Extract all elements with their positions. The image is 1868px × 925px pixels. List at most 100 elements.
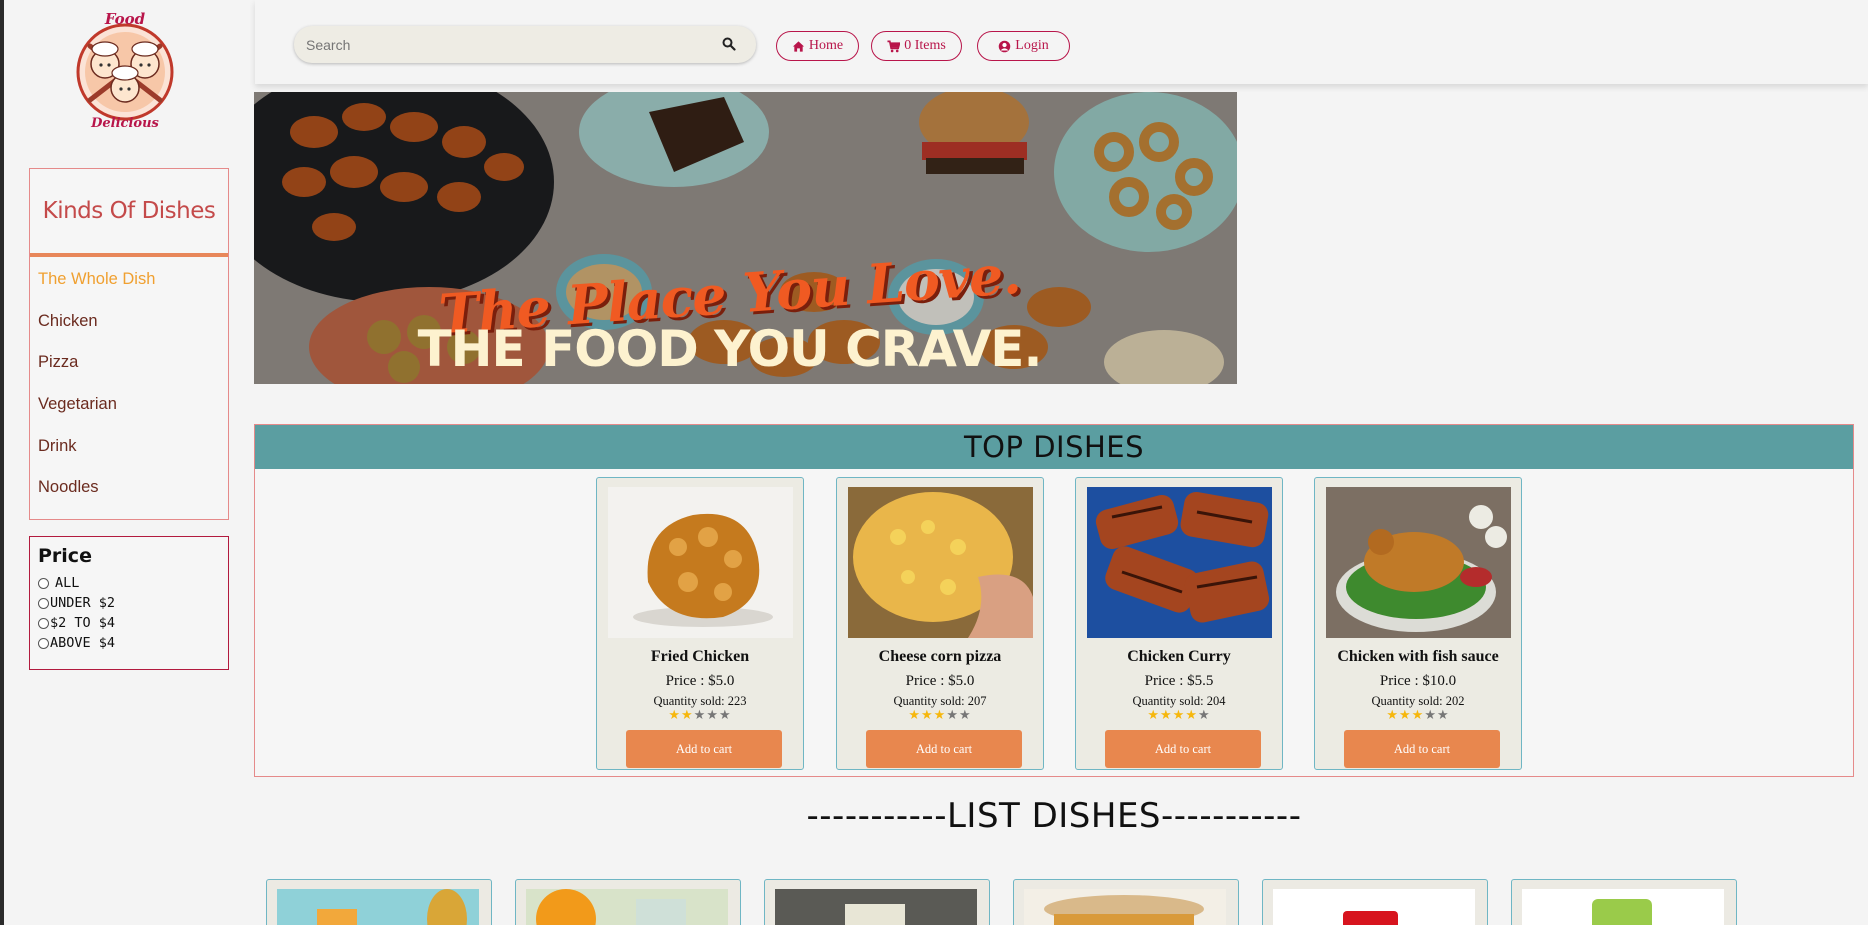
star-filled-icon: ★ — [1160, 708, 1173, 723]
dish-image[interactable] — [608, 487, 793, 638]
categories-title: Kinds Of Dishes — [30, 169, 228, 257]
dish-image[interactable] — [277, 889, 479, 925]
dish-price: Price : $5.0 — [905, 673, 975, 689]
price-option-all[interactable]: ALL — [38, 573, 220, 593]
dish-image[interactable] — [526, 889, 728, 925]
dish-quantity-sold: Quantity sold: 202 — [1371, 694, 1465, 708]
add-to-cart-button[interactable]: Add to cart — [1344, 730, 1500, 768]
dish-rating: ★★★★★ — [1315, 708, 1521, 723]
add-to-cart-button[interactable]: Add to cart — [1105, 730, 1261, 768]
price-option-2-to-4[interactable]: $2 TO $4 — [38, 613, 220, 633]
top-dishes-title: TOP DISHES — [255, 425, 1853, 469]
star-filled-icon: ★ — [1411, 708, 1425, 723]
search-icon[interactable] — [722, 37, 738, 53]
star-empty-icon: ★ — [718, 708, 732, 723]
list-dishes-title: -----------LIST DISHES----------- — [806, 796, 1302, 836]
dish-quantity-sold: Quantity sold: 204 — [1132, 694, 1226, 708]
price-option-under-2[interactable]: UNDER $2 — [38, 593, 220, 613]
dish-image[interactable] — [775, 889, 977, 925]
hero-banner: The Place You Love. THE FOOD YOU CRAVE. — [254, 92, 1237, 384]
home-icon — [792, 40, 804, 52]
add-to-cart-button[interactable]: Add to cart — [866, 730, 1022, 768]
star-filled-icon: ★ — [681, 708, 694, 723]
login-label: Login — [1015, 38, 1049, 53]
star-filled-icon: ★ — [1185, 708, 1198, 723]
star-filled-icon: ★ — [1399, 708, 1412, 723]
home-button[interactable]: Home — [776, 31, 859, 61]
login-button[interactable]: Login — [977, 31, 1070, 61]
price-option-label: $2 TO $4 — [50, 615, 116, 631]
price-option-label: ALL — [55, 575, 80, 591]
star-filled-icon: ★ — [1147, 708, 1161, 723]
star-filled-icon: ★ — [908, 708, 922, 723]
dish-image[interactable] — [1522, 889, 1724, 925]
svg-text:Delicious: Delicious — [90, 116, 159, 130]
list-dish-card — [764, 879, 990, 925]
search-bar — [294, 26, 756, 63]
price-option-above-4[interactable]: ABOVE $4 — [38, 633, 220, 653]
list-dish-card — [266, 879, 492, 925]
top-dishes-section: TOP DISHES Fried Chicken Price : $5.0 Qu… — [254, 424, 1854, 777]
dish-card: Fried Chicken Price : $5.0 Quantity sold… — [596, 477, 804, 770]
category-vegetarian[interactable]: Vegetarian — [30, 384, 228, 426]
dish-image[interactable] — [1273, 889, 1475, 925]
dish-card: Cheese corn pizza Price : $5.0 Quantity … — [836, 477, 1044, 770]
star-filled-icon: ★ — [1172, 708, 1186, 723]
svg-text:Food: Food — [104, 10, 146, 28]
dish-price: Price : $5.5 — [1144, 673, 1214, 689]
dish-name: Fried Chicken — [650, 648, 750, 665]
dish-price: Price : $5.0 — [665, 673, 735, 689]
dish-rating: ★★★★★ — [1076, 708, 1282, 723]
category-drink[interactable]: Drink — [30, 425, 228, 467]
radio-button[interactable] — [38, 617, 49, 629]
list-dish-card — [1262, 879, 1488, 925]
dish-quantity-sold: Quantity sold: 207 — [893, 694, 987, 708]
radio-button[interactable] — [38, 597, 49, 609]
star-filled-icon: ★ — [921, 708, 934, 723]
dish-image[interactable] — [1326, 487, 1511, 638]
star-empty-icon: ★ — [946, 708, 959, 723]
price-filter-title: Price — [38, 545, 92, 567]
dish-name: Cheese corn pizza — [878, 648, 1002, 665]
category-pizza[interactable]: Pizza — [30, 342, 228, 384]
category-whole-dish[interactable]: The Whole Dish — [30, 259, 228, 301]
dish-name: Chicken with fish sauce — [1337, 648, 1499, 665]
cart-button[interactable]: 0 Items — [871, 31, 962, 61]
dish-card: Chicken with fish sauce Price : $10.0 Qu… — [1314, 477, 1522, 770]
category-chicken[interactable]: Chicken — [30, 301, 228, 343]
dish-name: Chicken Curry — [1127, 648, 1231, 665]
dish-rating: ★★★★★ — [597, 708, 803, 723]
star-empty-icon: ★ — [1436, 708, 1450, 723]
radio-button[interactable] — [38, 637, 49, 649]
star-filled-icon: ★ — [933, 708, 947, 723]
star-empty-icon: ★ — [1197, 708, 1211, 723]
add-to-cart-button[interactable]: Add to cart — [626, 730, 782, 768]
window-edge — [0, 0, 4, 925]
dish-card: Chicken Curry Price : $5.5 Quantity sold… — [1075, 477, 1283, 770]
user-icon — [999, 40, 1011, 52]
cart-count-label: 0 Items — [904, 38, 946, 53]
category-noodles[interactable]: Noodles — [30, 467, 228, 509]
star-empty-icon: ★ — [706, 708, 719, 723]
dish-rating: ★★★★★ — [837, 708, 1043, 723]
dish-image[interactable] — [1087, 487, 1272, 638]
dish-price: Price : $10.0 — [1379, 673, 1457, 689]
list-dish-card — [1511, 879, 1737, 925]
price-option-label: ABOVE $4 — [50, 635, 116, 651]
cart-icon — [887, 40, 901, 52]
list-dish-card — [515, 879, 741, 925]
site-logo[interactable]: Food Delicious — [68, 6, 182, 131]
home-label: Home — [808, 38, 844, 53]
dish-image[interactable] — [848, 487, 1033, 638]
price-filter-panel: Price ALL UNDER $2 $2 TO $4 ABOVE $4 — [29, 536, 229, 670]
search-input[interactable] — [306, 26, 706, 63]
banner-subheadline: THE FOOD YOU CRAVE. — [417, 320, 1043, 378]
list-dish-card — [1013, 879, 1239, 925]
star-filled-icon: ★ — [1386, 708, 1400, 723]
star-filled-icon: ★ — [668, 708, 682, 723]
star-empty-icon: ★ — [1424, 708, 1437, 723]
dish-quantity-sold: Quantity sold: 223 — [653, 694, 747, 708]
radio-button[interactable] — [38, 577, 49, 589]
dish-image[interactable] — [1024, 889, 1226, 925]
price-option-label: UNDER $2 — [50, 595, 116, 611]
